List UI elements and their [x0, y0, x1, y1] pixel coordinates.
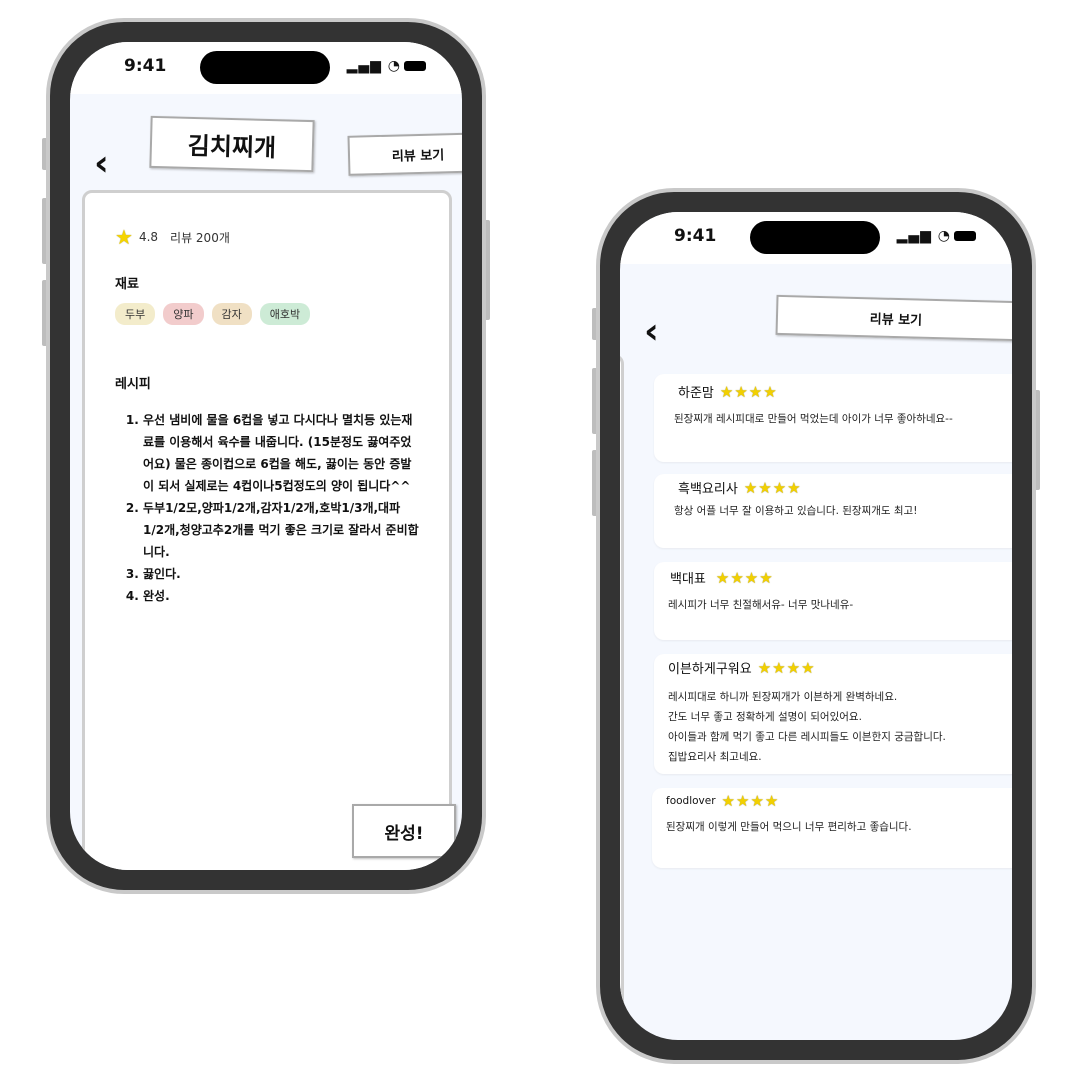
- star-icon: ★: [115, 225, 133, 249]
- left-phone: 9:41 ▂▄▆ ◔ ‹ 김치찌개 리뷰 보기 ★ 4.8 리뷰 200개 재료…: [46, 18, 486, 894]
- done-button-label: 완성!: [384, 823, 424, 844]
- status-bar: 9:41 ▂▄▆ ◔: [70, 42, 462, 94]
- recipe-step: 완성.: [143, 585, 419, 607]
- reviewer-name: 이븐하게구워요: [668, 662, 752, 677]
- star-rating-icon: ★★★★: [743, 478, 802, 497]
- status-time: 9:41: [124, 56, 167, 76]
- review-text: 된장찌개 이렇게 만들어 먹으니 너무 편리하고 좋습니다.: [666, 821, 912, 833]
- reviewer-name: 하준맘: [678, 386, 714, 401]
- review-view-label: 리뷰 보기: [391, 147, 445, 165]
- review-card: 하준맘 ★★★★ 된장찌개 레시피대로 만들어 먹었는데 아이가 너무 좋아하네…: [654, 374, 1012, 462]
- recipe-section-title: 레시피: [115, 377, 151, 392]
- star-rating-icon: ★★★★: [757, 658, 816, 677]
- review-view-button[interactable]: 리뷰 보기: [347, 132, 462, 176]
- ingredient-chip[interactable]: 두부: [115, 303, 156, 325]
- battery-icon: [404, 61, 426, 71]
- reviewer-name: 흑백요리사: [678, 482, 738, 497]
- review-text: 집밥요리사 최고네요.: [668, 751, 762, 763]
- reviewer-name: 백대표: [670, 572, 706, 587]
- status-bar: 9:41 ▂▄▆ ◔: [620, 212, 1012, 264]
- back-arrow-icon[interactable]: ‹: [644, 314, 659, 350]
- done-button[interactable]: 완성!: [352, 804, 456, 858]
- review-text: 항상 어플 너무 잘 이용하고 있습니다. 된장찌개도 최고!: [674, 505, 918, 517]
- review-text: 된장찌개 레시피대로 만들어 먹었는데 아이가 너무 좋아하네요--: [674, 413, 953, 425]
- status-time: 9:41: [674, 226, 717, 246]
- review-page-title-text: 리뷰 보기: [869, 311, 923, 329]
- reviewer-name: foodlover: [666, 795, 716, 807]
- review-card: 흑백요리사 ★★★★ 항상 어플 너무 잘 이용하고 있습니다. 된장찌개도 최…: [654, 474, 1012, 548]
- signal-wifi-icon: ▂▄▆ ◔: [347, 58, 426, 74]
- recipe-step: 우선 냄비에 물을 6컵을 넣고 다시다나 멸치등 있는재료를 이용해서 육수를…: [143, 409, 419, 497]
- review-screen: 9:41 ▂▄▆ ◔ ‹ 리뷰 보기 하준맘 ★★★★ 된장찌개 레시피대로 만…: [620, 212, 1012, 1040]
- recipe-title: 김치찌개: [149, 115, 315, 173]
- ingredient-chip[interactable]: 감자: [211, 303, 252, 325]
- recipe-title-text: 김치찌개: [187, 131, 277, 162]
- dynamic-island: [750, 221, 880, 254]
- review-text: 아이들과 함께 먹기 좋고 다른 레시피들도 이븐한지 궁금합니다.: [668, 731, 946, 743]
- recipe-screen: 9:41 ▂▄▆ ◔ ‹ 김치찌개 리뷰 보기 ★ 4.8 리뷰 200개 재료…: [70, 42, 462, 870]
- star-rating-icon: ★★★★: [719, 382, 778, 401]
- recipe-card: ★ 4.8 리뷰 200개 재료 두부 양파 감자 애호박 레시피 우선 냄비에…: [82, 190, 452, 870]
- review-count: 리뷰 200개: [170, 230, 230, 245]
- recipe-steps: 우선 냄비에 물을 6컵을 넣고 다시다나 멸치등 있는재료를 이용해서 육수를…: [129, 409, 419, 607]
- dynamic-island: [200, 51, 330, 84]
- rating-score: 4.8: [138, 230, 159, 244]
- review-page-title: 리뷰 보기: [775, 294, 1012, 342]
- ingredient-chip[interactable]: 양파: [163, 303, 204, 325]
- ingredients-title: 재료: [115, 277, 139, 292]
- back-arrow-icon[interactable]: ‹: [94, 146, 109, 182]
- review-text: 간도 너무 좋고 정확하게 설명이 되어있어요.: [668, 711, 862, 723]
- ingredient-chips: 두부 양파 감자 애호박: [115, 303, 311, 325]
- battery-icon: [954, 231, 976, 241]
- ingredient-chip[interactable]: 애호박: [259, 303, 311, 325]
- review-card: foodlover ★★★★ 된장찌개 이렇게 만들어 먹으니 너무 편리하고 …: [652, 788, 1012, 868]
- left-card-edge: [620, 354, 624, 1040]
- recipe-step: 끓인다.: [143, 563, 419, 585]
- recipe-step: 두부1/2모,양파1/2개,감자1/2개,호박1/3개,대파1/2개,청양고추2…: [143, 497, 419, 563]
- review-text: 레시피대로 하니까 된장찌개가 이븐하게 완벽하네요.: [668, 691, 898, 703]
- review-text: 레시피가 너무 친절해서유- 너무 맛나네유-: [668, 599, 854, 611]
- review-card: 백대표 ★★★★ 레시피가 너무 친절해서유- 너무 맛나네유-: [654, 562, 1012, 640]
- star-rating-icon: ★★★★: [715, 568, 774, 587]
- star-rating-icon: ★★★★: [721, 792, 780, 810]
- right-phone: 9:41 ▂▄▆ ◔ ‹ 리뷰 보기 하준맘 ★★★★ 된장찌개 레시피대로 만…: [596, 188, 1036, 1064]
- review-card: 이븐하게구워요 ★★★★ 레시피대로 하니까 된장찌개가 이븐하게 완벽하네요.…: [654, 654, 1012, 774]
- rating-row: ★ 4.8 리뷰 200개: [115, 227, 230, 247]
- signal-wifi-icon: ▂▄▆ ◔: [897, 228, 976, 244]
